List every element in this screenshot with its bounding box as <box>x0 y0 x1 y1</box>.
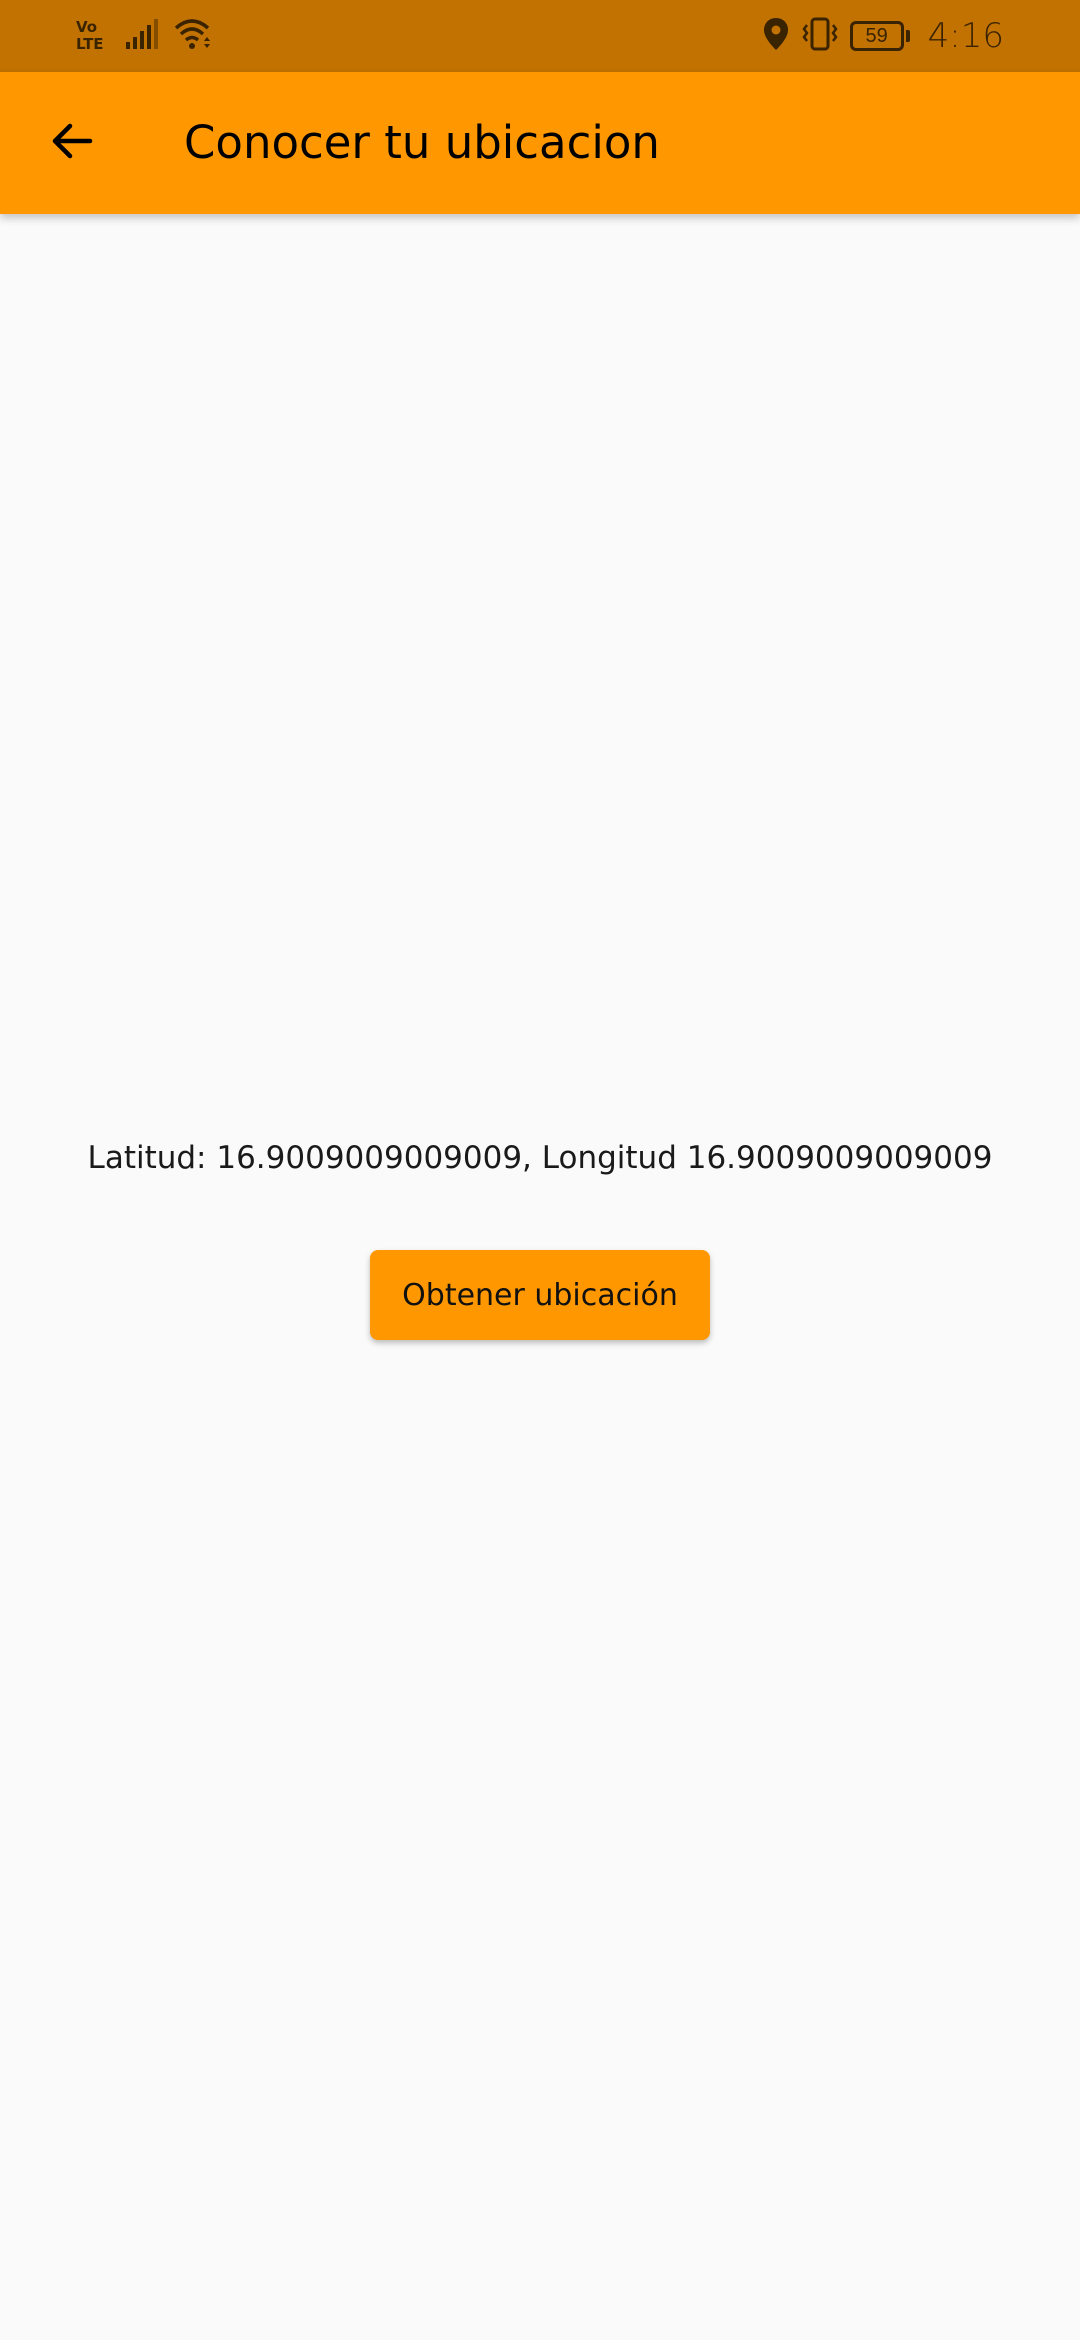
status-time: 4:16 <box>927 16 1004 56</box>
app-bar: Conocer tu ubicacion <box>0 72 1080 214</box>
volte-line-2: LTE <box>76 35 104 53</box>
volte-icon: Vo LTE <box>76 19 110 53</box>
page-title: Conocer tu ubicacion <box>184 116 660 169</box>
wifi-icon <box>174 17 214 56</box>
volte-line-1: Vo <box>76 18 98 36</box>
coordinates-text: Latitud: 16.9009009009009, Longitud 16.9… <box>87 1140 993 1176</box>
back-button[interactable] <box>36 107 108 179</box>
battery-icon: 59 <box>849 21 910 51</box>
arrow-back-icon <box>48 117 96 170</box>
get-location-button[interactable]: Obtener ubicación <box>370 1250 710 1340</box>
vibrate-icon <box>800 17 840 56</box>
battery-level: 59 <box>849 21 910 51</box>
status-bar: Vo LTE 59 4:16 <box>0 0 1080 72</box>
location-icon <box>762 17 790 56</box>
status-bar-left: Vo LTE <box>76 0 214 72</box>
signal-icon <box>124 18 160 55</box>
status-bar-right: 59 4:16 <box>762 0 1004 72</box>
